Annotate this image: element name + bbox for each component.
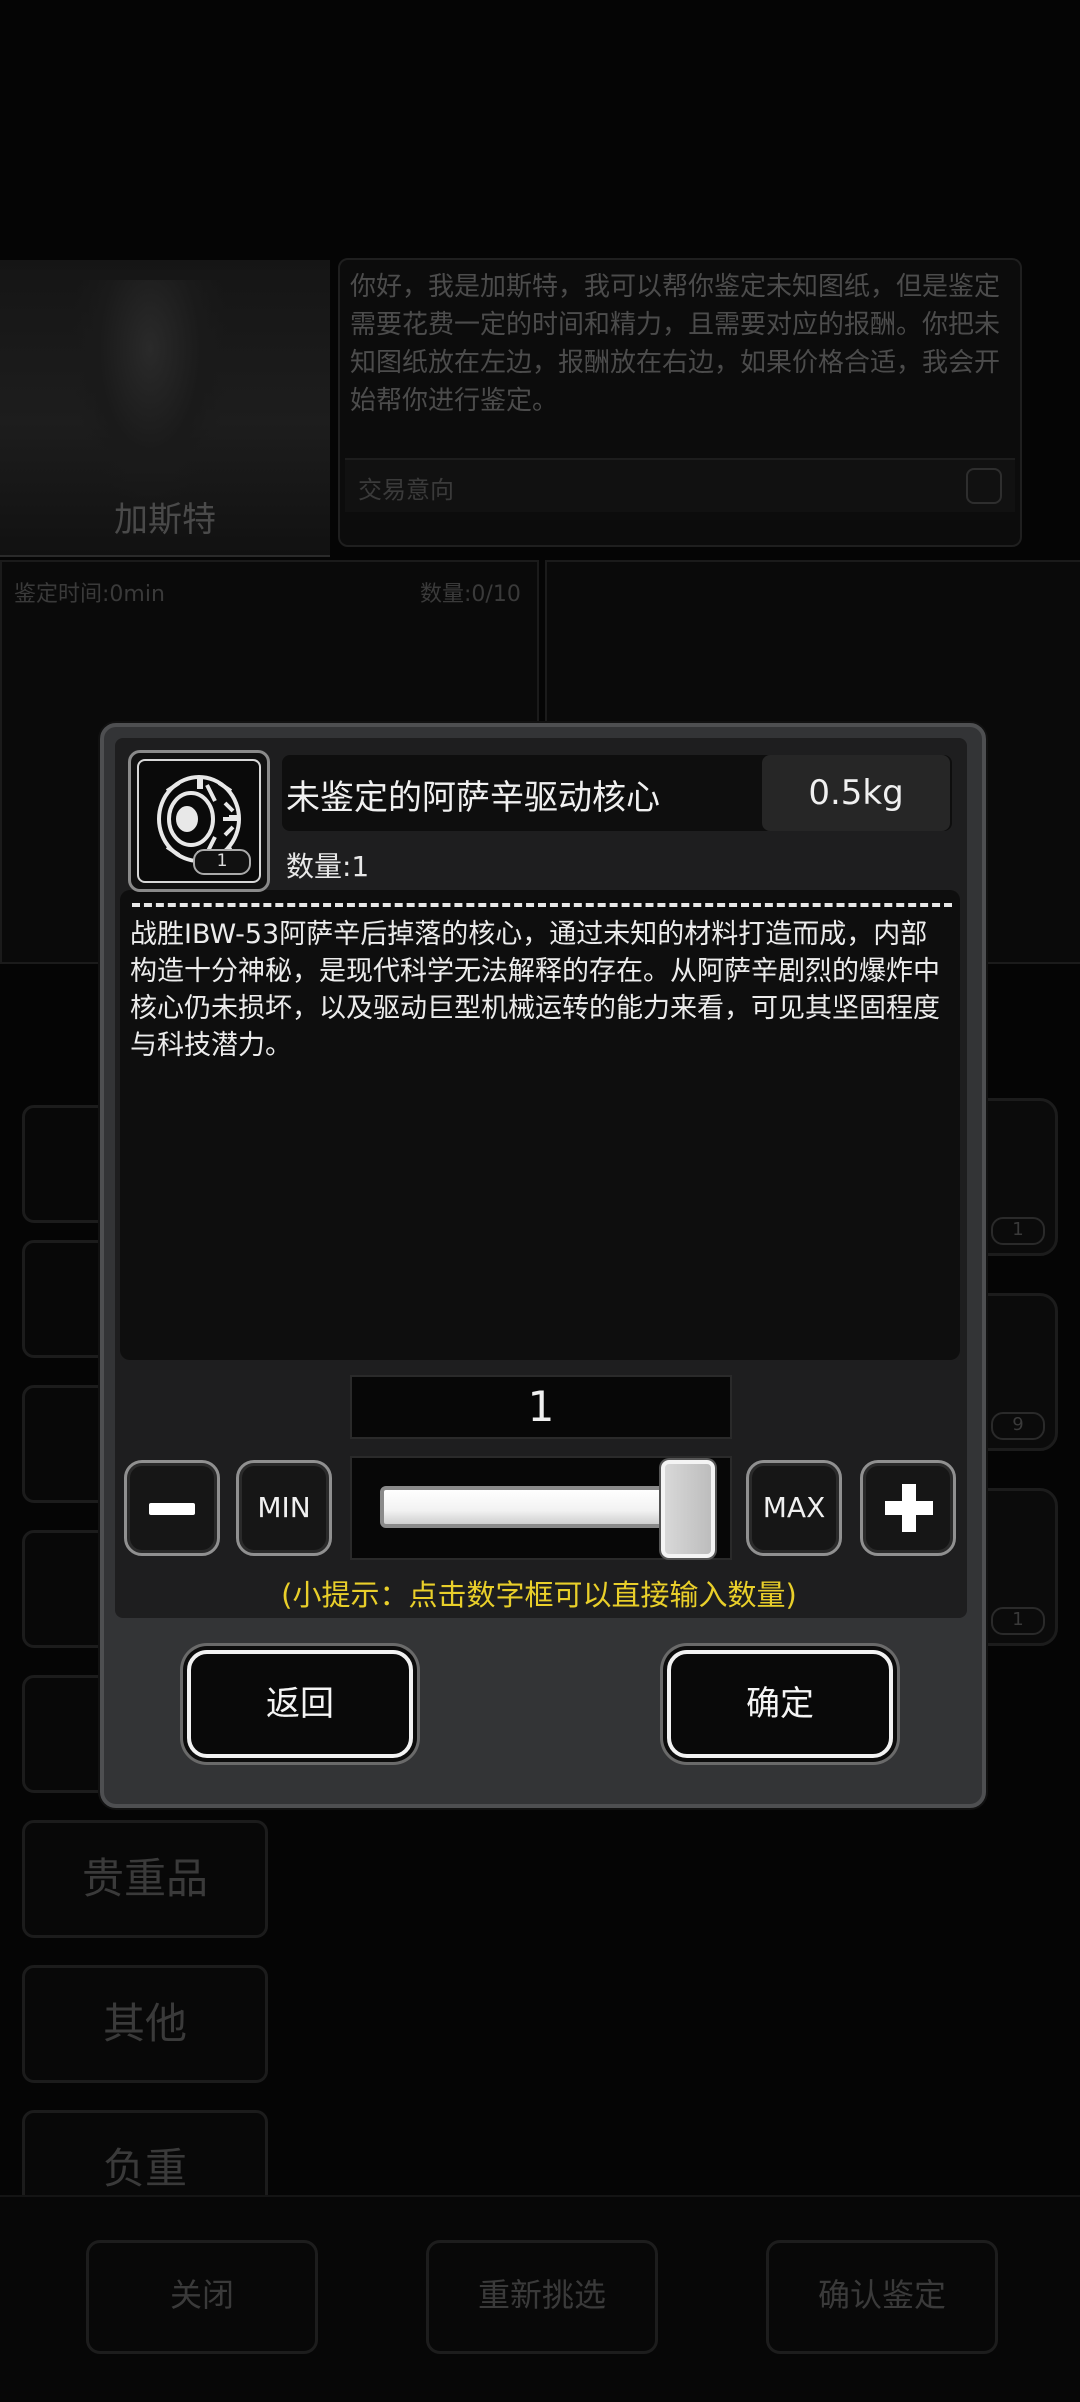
- item-quantity-label: 数量:1: [286, 850, 370, 883]
- face-icon: [966, 468, 1002, 504]
- slot-count: 9: [991, 1412, 1045, 1440]
- increase-button[interactable]: [860, 1460, 956, 1556]
- npc-dialog-text: 你好，我是加斯特，我可以帮你鉴定未知图纸，但是鉴定需要花费一定的时间和精力，且需…: [350, 272, 1001, 416]
- npc-figure: [70, 280, 230, 510]
- appraise-time-label: 鉴定时间:0min: [14, 582, 165, 607]
- item-icon-frame: 1: [128, 750, 270, 892]
- input-hint: (小提示：点击数字框可以直接输入数量): [281, 1578, 797, 1612]
- confirm-appraise-button: 确认鉴定: [766, 2240, 998, 2354]
- npc-name: 加斯特: [114, 500, 216, 540]
- quantity-slider-thumb[interactable]: [661, 1460, 715, 1558]
- min-button[interactable]: MIN: [236, 1460, 332, 1556]
- item-description: 战胜IBW-53阿萨辛后掉落的核心，通过未知的材料打造而成，内部构造十分神秘，是…: [130, 919, 940, 1061]
- appraise-count-label: 数量:0/10: [420, 582, 521, 607]
- item-name: 未鉴定的阿萨辛驱动核心: [286, 778, 660, 818]
- drive-core-icon: 1: [137, 759, 261, 883]
- quantity-slider-track[interactable]: [380, 1486, 692, 1528]
- confirm-button[interactable]: 确定: [667, 1650, 893, 1758]
- max-button[interactable]: MAX: [746, 1460, 842, 1556]
- close-button: 关闭: [86, 2240, 318, 2354]
- back-button[interactable]: 返回: [187, 1650, 413, 1758]
- trade-intent-label: 交易意向: [358, 476, 454, 504]
- quantity-input[interactable]: 1: [350, 1375, 732, 1439]
- divider: [132, 903, 952, 907]
- item-weight: 0.5kg: [762, 755, 950, 831]
- slot-count: 1: [991, 1217, 1045, 1245]
- slot-count: 1: [991, 1607, 1045, 1635]
- decrease-button[interactable]: [124, 1460, 220, 1556]
- reselect-button: 重新挑选: [426, 2240, 658, 2354]
- minus-icon: [149, 1503, 195, 1515]
- category-valuables: 贵重品: [22, 1820, 268, 1938]
- item-icon-count: 1: [193, 849, 251, 875]
- category-other: 其他: [22, 1965, 268, 2083]
